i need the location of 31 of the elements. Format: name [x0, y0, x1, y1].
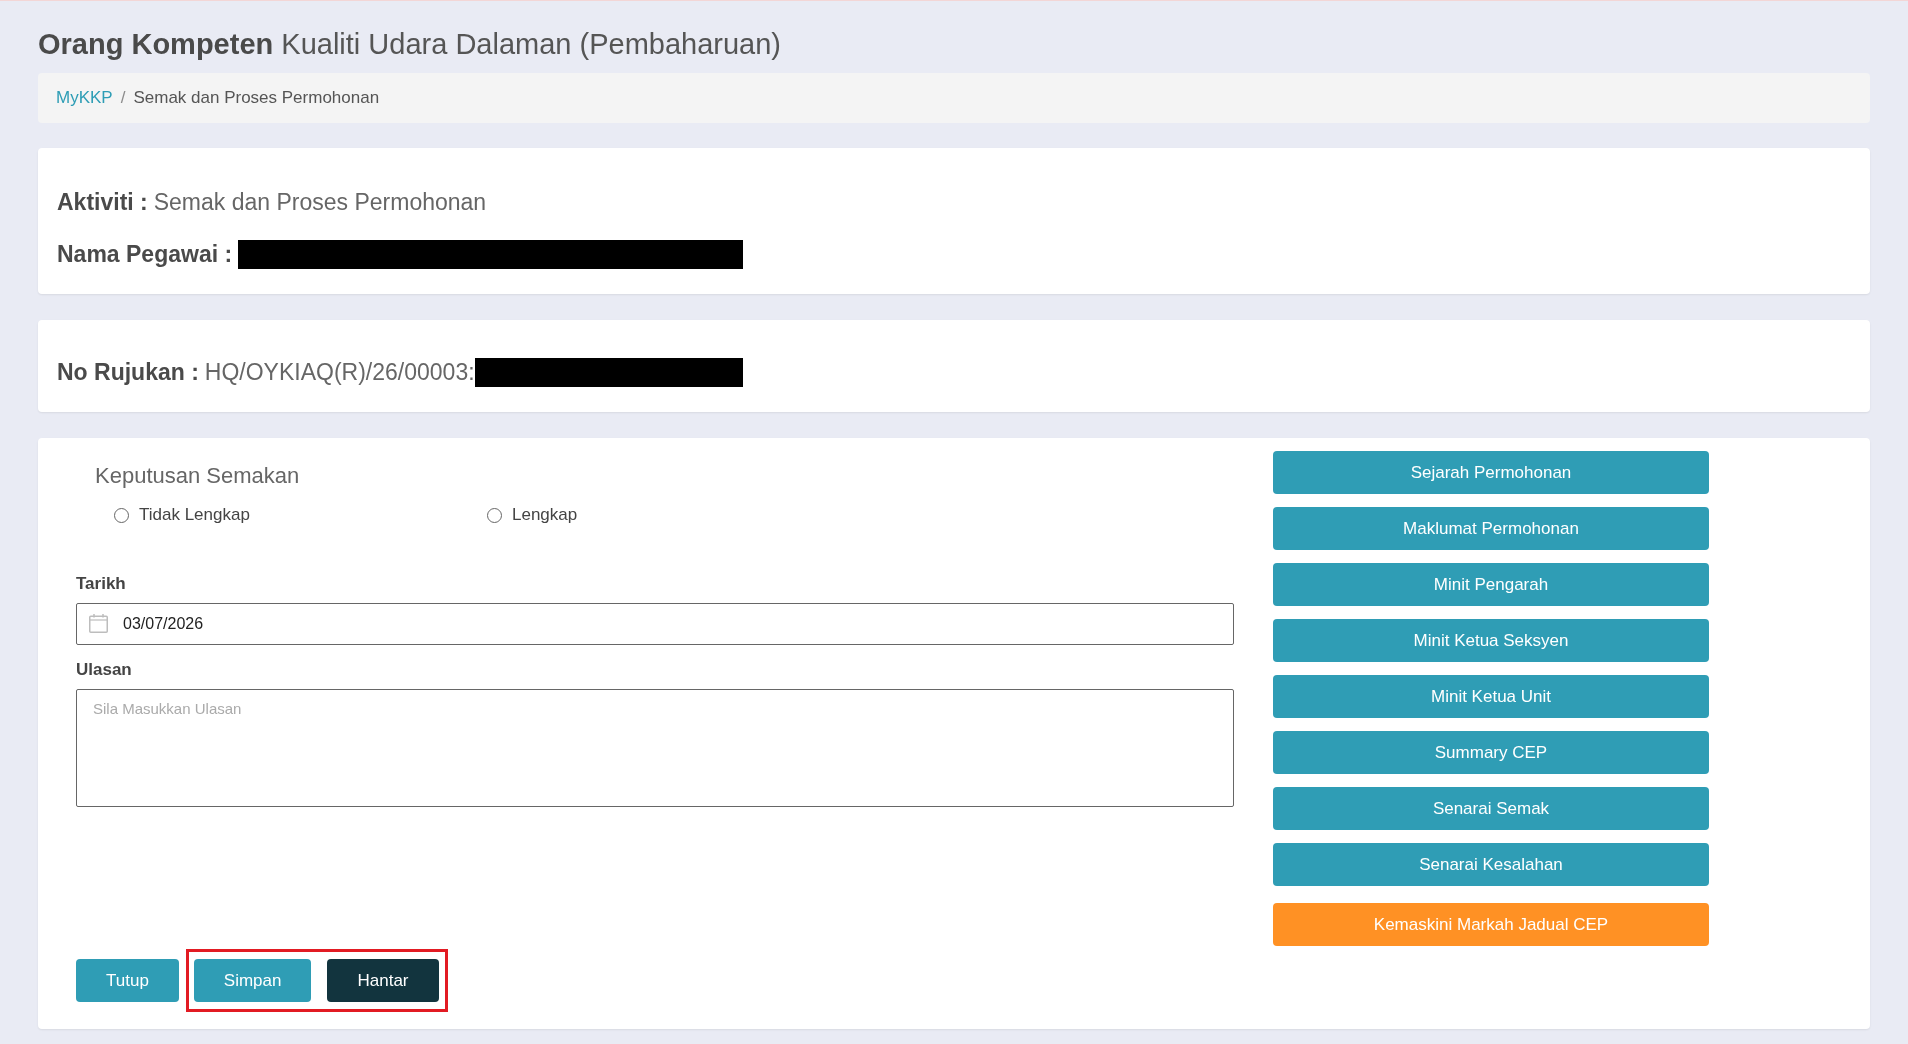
page-title: Orang Kompeten Kualiti Udara Dalaman (Pembaharuan): [38, 27, 782, 62]
menu-button[interactable]: Summary CEP: [1273, 731, 1709, 774]
action-button[interactable]: Simpan: [193, 959, 312, 1002]
breadcrumb-current: Semak dan Proses Permohonan: [133, 88, 380, 108]
field-label: No Rujukan :: [57, 359, 199, 386]
menu-button[interactable]: Sejarah Permohonan: [1273, 451, 1709, 494]
field-value: HQ/OYKIAQ(R)/26/00003:: [204, 359, 475, 386]
menu-button[interactable]: Minit Ketua Unit: [1273, 675, 1709, 718]
field-label: Aktiviti :: [57, 189, 148, 216]
breadcrumb-separator: /: [119, 88, 127, 108]
field-label: Tarikh: [76, 574, 126, 594]
radio-icon[interactable]: [114, 507, 129, 523]
menu-button[interactable]: Kemaskini Markah Jadual CEP: [1273, 903, 1709, 946]
menu-button[interactable]: Senarai Kesalahan: [1273, 843, 1709, 886]
field-label: Ulasan: [76, 660, 132, 680]
radio-option[interactable]: Tidak Lengkap: [114, 505, 250, 525]
menu-button[interactable]: Minit Ketua Seksyen: [1273, 619, 1709, 662]
comment-field[interactable]: Sila Masukkan Ulasan: [76, 689, 1234, 807]
submit-button[interactable]: Hantar: [327, 959, 439, 1002]
breadcrumb-link[interactable]: MyKKP: [56, 88, 113, 108]
section-title: Keputusan Semakan: [95, 462, 300, 489]
date-field[interactable]: 03/07/2026: [76, 603, 1234, 645]
radio-icon[interactable]: [487, 507, 502, 523]
menu-button[interactable]: Senarai Semak: [1273, 787, 1709, 830]
menu-button[interactable]: Minit Pengarah: [1273, 563, 1709, 606]
field-label: Nama Pegawai :: [57, 241, 233, 268]
action-button[interactable]: Tutup: [76, 959, 179, 1002]
menu-button[interactable]: Maklumat Permohonan: [1273, 507, 1709, 550]
field-value: Semak dan Proses Permohonan: [153, 189, 487, 216]
radio-option[interactable]: Lengkap: [487, 505, 578, 525]
calendar-icon: [89, 614, 108, 633]
